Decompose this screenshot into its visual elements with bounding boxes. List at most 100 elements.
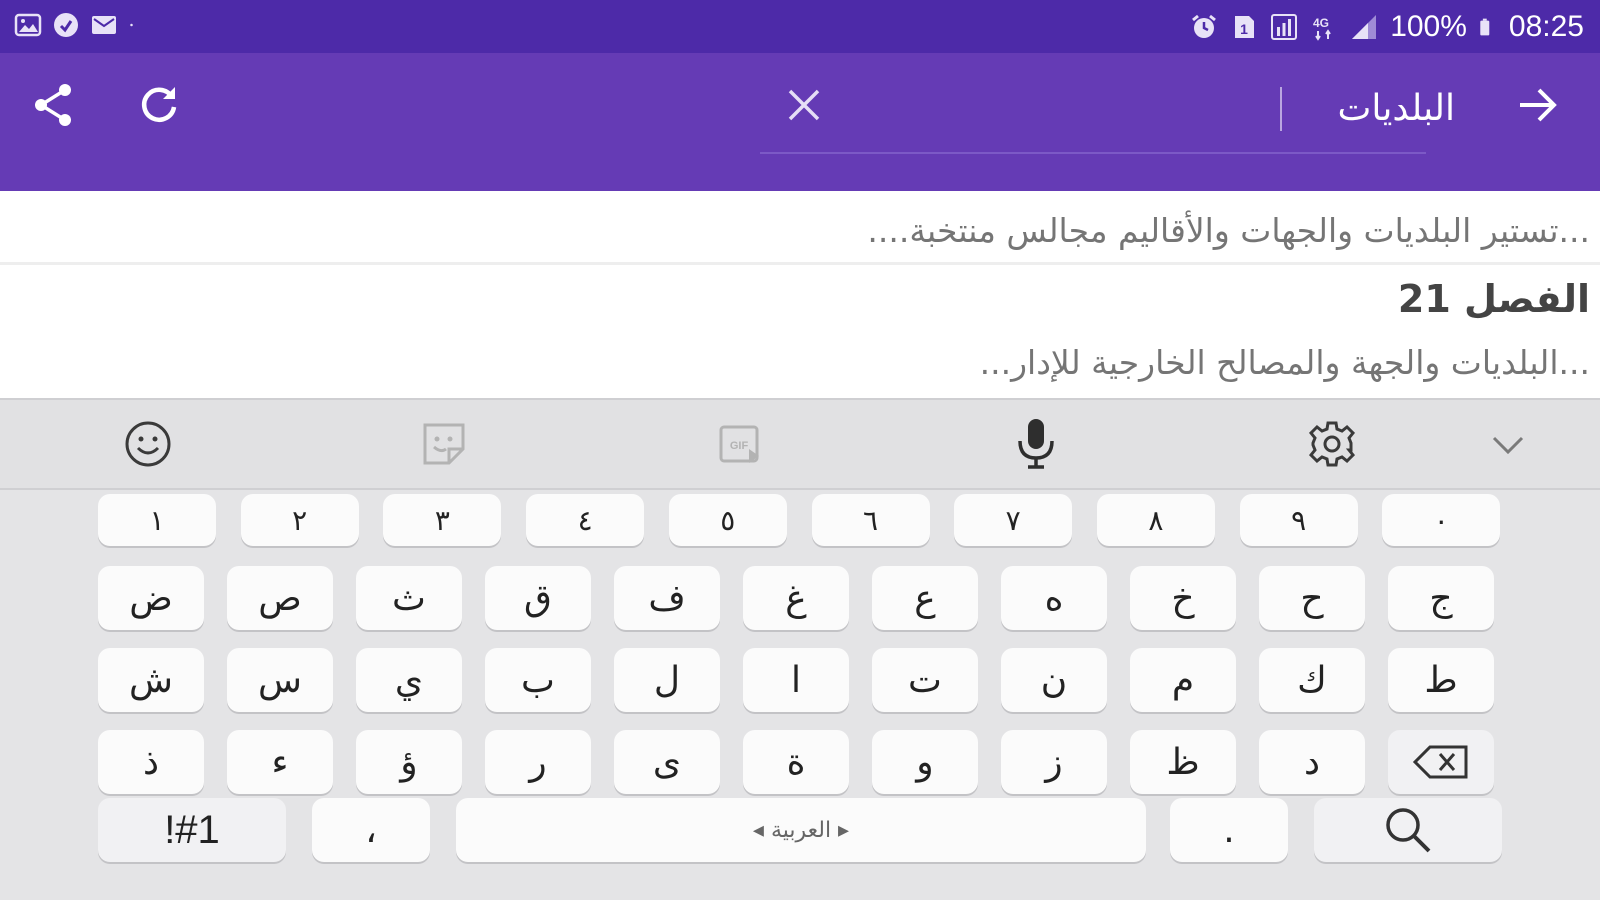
emoji-button[interactable] bbox=[118, 414, 178, 474]
letter-key-label: ق bbox=[524, 577, 552, 619]
clock: 08:25 bbox=[1508, 10, 1584, 43]
letter-key-label: ث bbox=[392, 577, 426, 619]
app-bar bbox=[0, 53, 1600, 191]
number-key[interactable]: ٧ bbox=[954, 494, 1073, 546]
share-button[interactable] bbox=[24, 75, 84, 135]
hide-keyboard-button[interactable] bbox=[1478, 414, 1538, 474]
letter-key-label: ب bbox=[521, 659, 555, 701]
letter-key[interactable]: و bbox=[872, 730, 978, 794]
search-input[interactable] bbox=[1225, 83, 1455, 133]
letter-key-label: ن bbox=[1040, 659, 1068, 701]
status-bar: 1 4G 100% 08:25 bbox=[0, 0, 1600, 53]
letter-key[interactable]: ة bbox=[743, 730, 849, 794]
letter-key[interactable]: غ bbox=[743, 566, 849, 630]
settings-button[interactable] bbox=[1302, 414, 1362, 474]
letter-key[interactable]: ؤ bbox=[356, 730, 462, 794]
letter-key[interactable]: ب bbox=[485, 648, 591, 712]
number-key[interactable]: ٨ bbox=[1096, 494, 1215, 546]
symbols-key[interactable]: !#1 bbox=[98, 798, 286, 862]
clear-search-button[interactable] bbox=[774, 75, 834, 135]
letter-key[interactable]: ق bbox=[485, 566, 591, 630]
number-key[interactable]: ٤ bbox=[526, 494, 645, 546]
letter-key[interactable]: ط bbox=[1388, 648, 1494, 712]
letter-key[interactable]: ن bbox=[1001, 648, 1107, 712]
letter-key[interactable]: ا bbox=[743, 648, 849, 712]
voice-input-button[interactable] bbox=[1006, 414, 1066, 474]
letter-key[interactable]: ج bbox=[1388, 566, 1494, 630]
text-cursor bbox=[1280, 87, 1282, 131]
number-key[interactable]: ٩ bbox=[1239, 494, 1358, 546]
mail-icon bbox=[92, 16, 116, 34]
letter-key[interactable]: ض bbox=[98, 566, 204, 630]
gif-button[interactable]: GIF bbox=[710, 414, 770, 474]
letter-key[interactable]: ص bbox=[227, 566, 333, 630]
letter-key-label: ؤ bbox=[400, 741, 418, 783]
refresh-button[interactable] bbox=[130, 75, 190, 135]
number-key[interactable]: ١ bbox=[98, 494, 216, 546]
result-snippet[interactable]: ...تستير البلديات والجهات والأقاليم مجال… bbox=[10, 209, 1590, 253]
number-key-label: ٣ bbox=[434, 503, 450, 537]
microphone-icon bbox=[1018, 419, 1054, 469]
letter-key[interactable]: س bbox=[227, 648, 333, 712]
letter-key[interactable]: ح bbox=[1259, 566, 1365, 630]
number-key-label: ٩ bbox=[1291, 503, 1307, 537]
letter-key[interactable]: ذ bbox=[98, 730, 204, 794]
number-key-label: ٧ bbox=[1005, 503, 1021, 537]
letter-key[interactable]: ي bbox=[356, 648, 462, 712]
backspace-key[interactable] bbox=[1388, 730, 1494, 794]
comma-key[interactable]: ، bbox=[312, 798, 430, 862]
letter-key[interactable]: ى bbox=[614, 730, 720, 794]
chevron-down-icon bbox=[1492, 436, 1524, 455]
letter-key[interactable]: ز bbox=[1001, 730, 1107, 794]
refresh-icon bbox=[141, 87, 177, 122]
comma-key-label: ، bbox=[365, 809, 377, 851]
letter-key-label: و bbox=[916, 741, 934, 783]
number-key[interactable]: ٣ bbox=[383, 494, 502, 546]
number-key[interactable]: ٥ bbox=[668, 494, 787, 546]
letter-key[interactable]: ر bbox=[485, 730, 591, 794]
space-key[interactable]: ◂ العربية ▸ bbox=[456, 798, 1146, 862]
language-label: ◂ العربية ▸ bbox=[752, 817, 850, 843]
letter-key[interactable]: م bbox=[1130, 648, 1236, 712]
letter-key[interactable]: ظ bbox=[1130, 730, 1236, 794]
letter-key-label: ى bbox=[652, 741, 682, 783]
letter-key[interactable]: د bbox=[1259, 730, 1365, 794]
number-key[interactable]: ٦ bbox=[811, 494, 930, 546]
sticker-button[interactable] bbox=[414, 414, 474, 474]
search-key[interactable] bbox=[1314, 798, 1502, 862]
period-key-label: . bbox=[1223, 809, 1235, 851]
letter-key[interactable]: ع bbox=[872, 566, 978, 630]
letter-key-label: ت bbox=[908, 659, 942, 701]
letter-key-label: ر bbox=[529, 741, 547, 783]
letter-key[interactable]: ف bbox=[614, 566, 720, 630]
letter-key[interactable]: ه bbox=[1001, 566, 1107, 630]
period-key[interactable]: . bbox=[1170, 798, 1288, 862]
letter-key[interactable]: ش bbox=[98, 648, 204, 712]
share-icon bbox=[35, 84, 71, 126]
letter-key-label: ح bbox=[1300, 577, 1324, 619]
search-underline bbox=[760, 152, 1426, 154]
sync-icon bbox=[54, 13, 78, 37]
number-key[interactable]: ٠ bbox=[1382, 494, 1501, 546]
number-key-label: ٨ bbox=[1148, 503, 1164, 537]
letter-key-label: ظ bbox=[1166, 741, 1200, 783]
system-status: 1 4G 100% 08:25 bbox=[1190, 8, 1584, 46]
number-key-label: ٠ bbox=[1433, 503, 1449, 537]
letter-key[interactable]: خ bbox=[1130, 566, 1236, 630]
letter-key-label: ص bbox=[258, 577, 302, 619]
signal-icon bbox=[1352, 15, 1377, 39]
number-key[interactable]: ٢ bbox=[240, 494, 359, 546]
arrow-forward-icon bbox=[1520, 88, 1557, 122]
letter-key[interactable]: ك bbox=[1259, 648, 1365, 712]
letter-key[interactable]: ث bbox=[356, 566, 462, 630]
letter-key[interactable]: ء bbox=[227, 730, 333, 794]
battery-icon bbox=[1480, 18, 1490, 36]
backspace-icon bbox=[1412, 745, 1468, 779]
result-snippet[interactable]: ...البلديات والجهة والمصالح الخارجية للإ… bbox=[10, 341, 1590, 385]
search-go-button[interactable] bbox=[1508, 75, 1568, 135]
data-icon bbox=[1271, 14, 1298, 40]
letter-key[interactable]: ت bbox=[872, 648, 978, 712]
letter-key[interactable]: ل bbox=[614, 648, 720, 712]
settings-icon bbox=[1308, 421, 1356, 467]
result-title[interactable]: الفصل 21 bbox=[1398, 275, 1590, 323]
